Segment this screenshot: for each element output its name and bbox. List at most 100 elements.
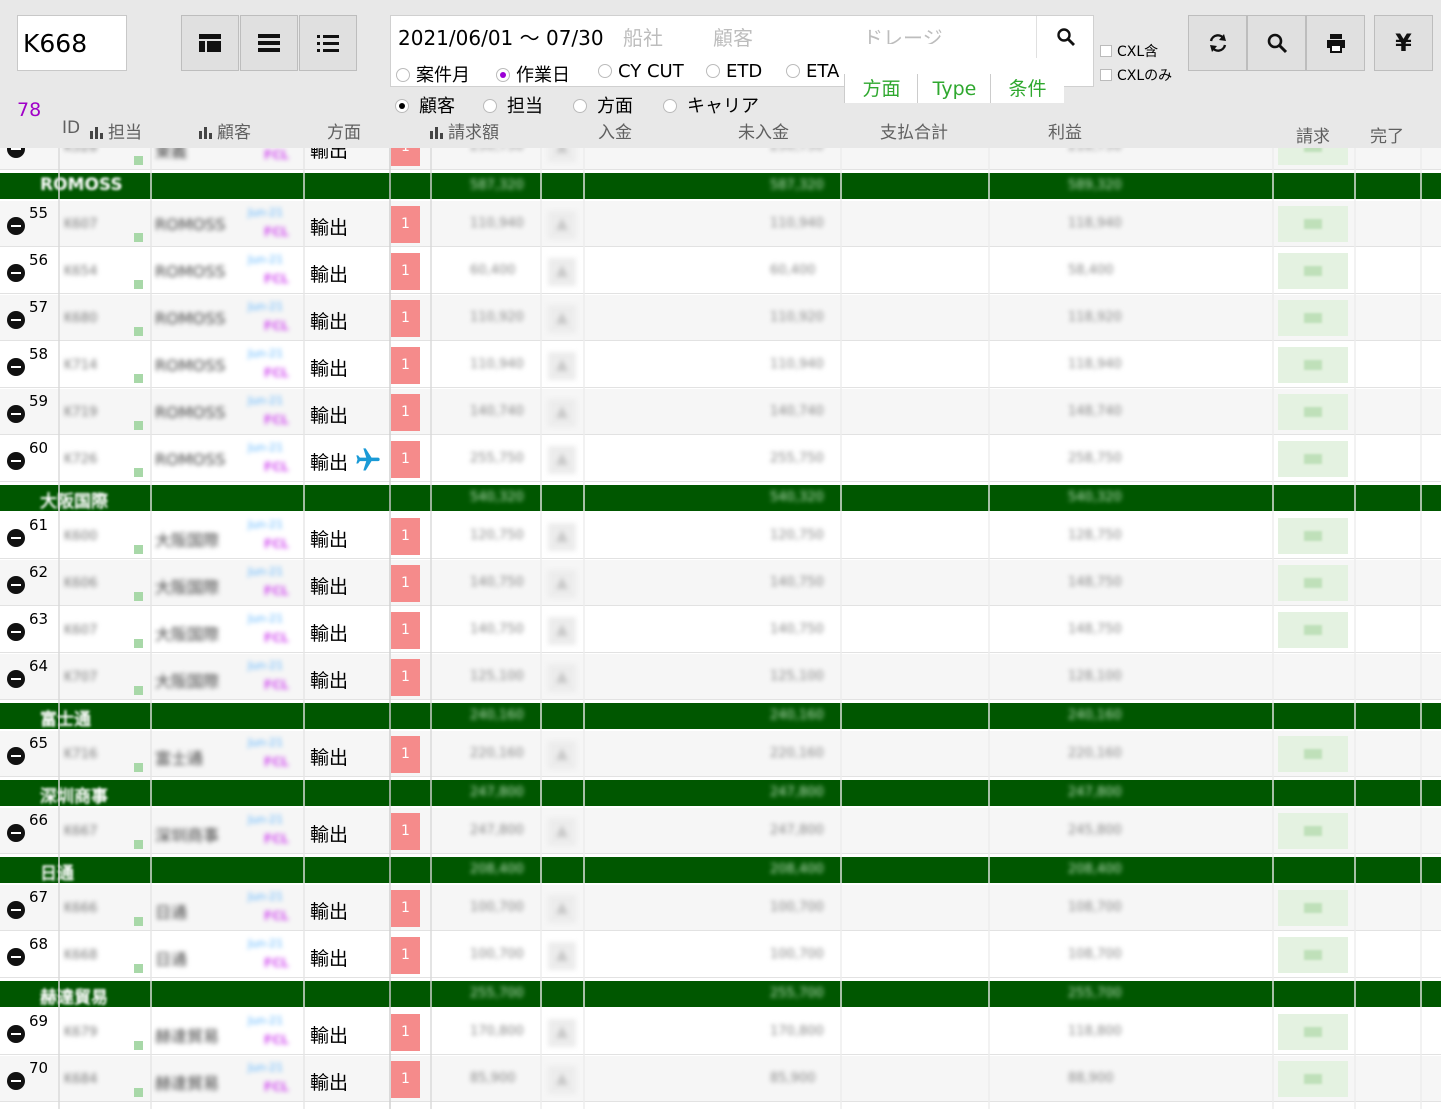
invoice-button[interactable] — [1278, 394, 1348, 430]
print-button[interactable] — [1306, 15, 1365, 71]
group-by-option[interactable]: キャリア — [663, 92, 759, 118]
job-id-link[interactable]: K607 — [64, 623, 97, 638]
checkbox-box[interactable] — [1100, 45, 1112, 57]
invoice-button[interactable] — [1278, 937, 1348, 973]
col-header-direction[interactable]: 方面 — [327, 118, 361, 143]
date-type-option[interactable]: 案件月 — [396, 61, 470, 87]
remove-row-icon[interactable] — [7, 1072, 25, 1090]
remove-row-icon[interactable] — [7, 529, 25, 547]
job-id-link[interactable]: K719 — [64, 405, 97, 420]
table-row[interactable]: 68 K668 日通 Jun-21 FCL 輸出 1 100,700 100,700 108,70… — [0, 932, 1441, 978]
col-header-customer[interactable]: 顧客 — [199, 118, 251, 143]
container-count-badge[interactable]: 1 — [391, 394, 420, 431]
payment-icon[interactable] — [548, 1019, 576, 1047]
radio-button[interactable] — [663, 99, 677, 113]
container-count-badge[interactable]: 1 — [391, 937, 420, 974]
container-count-badge[interactable]: 1 — [391, 253, 420, 290]
container-count-badge[interactable]: 1 — [391, 813, 420, 850]
invoice-button[interactable] — [1278, 253, 1348, 289]
container-count-badge[interactable]: 1 — [391, 206, 420, 243]
radio-button[interactable] — [786, 64, 800, 78]
list-view-button[interactable] — [240, 15, 298, 71]
job-id-link[interactable]: K666 — [64, 901, 97, 916]
tab-type[interactable]: Type — [917, 74, 991, 103]
group-by-option[interactable]: 顧客 — [395, 92, 455, 118]
table-row[interactable]: 65 K716 富士通 Jun-21 FCL 輸出 1 220,160 220,160 220,1… — [0, 731, 1441, 777]
remove-row-icon[interactable] — [7, 948, 25, 966]
filter-search-button[interactable] — [1036, 16, 1095, 58]
customer-input[interactable]: 顧客 — [713, 22, 753, 51]
payment-icon[interactable] — [548, 818, 576, 846]
table-row[interactable]: 55 K607 ROMOSS Jun-21 FCL 輸出 1 110,940 110,940 11… — [0, 201, 1441, 247]
invoice-button[interactable] — [1278, 1014, 1348, 1050]
tab-condition[interactable]: 条件 — [990, 74, 1064, 103]
date-range-input[interactable]: 2021/06/01 〜 07/30 — [398, 22, 604, 51]
container-count-badge[interactable]: 1 — [391, 1014, 420, 1051]
job-id-link[interactable]: K716 — [64, 747, 97, 762]
date-type-option[interactable]: 作業日 — [496, 61, 570, 87]
job-id-link[interactable]: K606 — [64, 576, 97, 591]
job-id-link[interactable]: K600 — [64, 529, 97, 544]
job-id-link[interactable]: K667 — [64, 824, 97, 839]
invoice-button[interactable] — [1278, 347, 1348, 383]
payment-icon[interactable] — [548, 1066, 576, 1094]
layout-view-button[interactable] — [181, 15, 239, 71]
payment-icon[interactable] — [548, 741, 576, 769]
table-row[interactable]: 56 K654 ROMOSS Jun-21 FCL 輸出 1 60,400 60,400 58,4… — [0, 248, 1441, 294]
shipper-input[interactable]: 船社 — [623, 22, 663, 51]
job-id-link[interactable]: K528 — [64, 148, 97, 155]
col-header-invoice[interactable]: 請求 — [1296, 122, 1330, 147]
payment-icon[interactable] — [548, 258, 576, 286]
remove-row-icon[interactable] — [7, 217, 25, 235]
group-by-option[interactable]: 方面 — [573, 92, 633, 118]
job-id-link[interactable]: K654 — [64, 264, 97, 279]
remove-row-icon[interactable] — [7, 576, 25, 594]
table-row[interactable]: 67 K666 日通 Jun-21 FCL 輸出 1 100,700 100,700 108,70… — [0, 885, 1441, 931]
table-row[interactable]: 62 K606 大阪国際 Jun-21 FCL 輸出 1 140,750 140,750 148,… — [0, 560, 1441, 606]
table-row[interactable]: 66 K667 深圳商事 Jun-21 FCL 輸出 1 247,800 247,800 245,… — [0, 808, 1441, 854]
remove-row-icon[interactable] — [7, 148, 25, 158]
job-id-link[interactable]: K707 — [64, 670, 97, 685]
radio-button[interactable] — [496, 68, 510, 82]
radio-button[interactable] — [598, 64, 612, 78]
job-id-link[interactable]: K726 — [64, 452, 97, 467]
checkbox-box[interactable] — [1100, 69, 1112, 81]
remove-row-icon[interactable] — [7, 311, 25, 329]
invoice-button[interactable] — [1278, 1061, 1348, 1097]
payment-icon[interactable] — [548, 446, 576, 474]
date-type-option[interactable]: ETD — [706, 61, 762, 82]
remove-row-icon[interactable] — [7, 824, 25, 842]
payment-icon[interactable] — [548, 570, 576, 598]
table-row[interactable]: 64 K707 大阪国際 Jun-21 FCL 輸出 1 125,100 125,100 128,… — [0, 654, 1441, 700]
radio-button[interactable] — [706, 64, 720, 78]
tab-direction[interactable]: 方面 — [844, 74, 918, 103]
table-row[interactable]: 54K528東義Jun-21FCL輸出1250,750250,750218,75… — [0, 148, 1441, 170]
radio-button[interactable] — [396, 68, 410, 82]
payment-icon[interactable] — [548, 211, 576, 239]
date-type-option[interactable]: ETA — [786, 61, 839, 82]
remove-row-icon[interactable] — [7, 623, 25, 641]
radio-button[interactable] — [573, 99, 587, 113]
table-row[interactable]: 69 K679 赫達貿易 Jun-21 FCL 輸出 1 170,800 170,800 118,… — [0, 1009, 1441, 1055]
container-count-badge[interactable]: 1 — [391, 148, 420, 166]
payment-icon[interactable] — [548, 148, 576, 162]
remove-row-icon[interactable] — [7, 1025, 25, 1043]
table-row[interactable]: 59 K719 ROMOSS Jun-21 FCL 輸出 1 140,740 140,740 14… — [0, 389, 1441, 435]
invoice-button[interactable] — [1278, 206, 1348, 242]
cxl-include-checkbox[interactable]: CXL含 — [1100, 41, 1158, 61]
col-header-payment[interactable]: 入金 — [598, 118, 632, 143]
payment-icon[interactable] — [548, 617, 576, 645]
table-row[interactable]: 61 K600 大阪国際 Jun-21 FCL 輸出 1 120,750 120,750 128,… — [0, 513, 1441, 559]
yen-button[interactable]: ¥ — [1374, 15, 1433, 71]
table-row[interactable]: 70 K684 赫達貿易 Jun-21 FCL 輸出 1 85,900 85,900 88,900 — [0, 1056, 1441, 1102]
table-row[interactable]: 60 K726 ROMOSS Jun-21 FCL 輸出 1 255,750 255,750 25… — [0, 436, 1441, 482]
col-header-billing[interactable]: 請求額 — [430, 118, 499, 143]
table-row[interactable]: 58 K714 ROMOSS Jun-21 FCL 輸出 1 110,940 110,940 11… — [0, 342, 1441, 388]
col-header-staff[interactable]: 担当 — [90, 118, 142, 143]
date-type-option[interactable]: CY CUT — [598, 61, 684, 82]
col-header-unpaid[interactable]: 未入金 — [738, 118, 789, 143]
invoice-button[interactable] — [1278, 736, 1348, 772]
payment-icon[interactable] — [548, 523, 576, 551]
payment-icon[interactable] — [548, 352, 576, 380]
invoice-button[interactable] — [1278, 612, 1348, 648]
